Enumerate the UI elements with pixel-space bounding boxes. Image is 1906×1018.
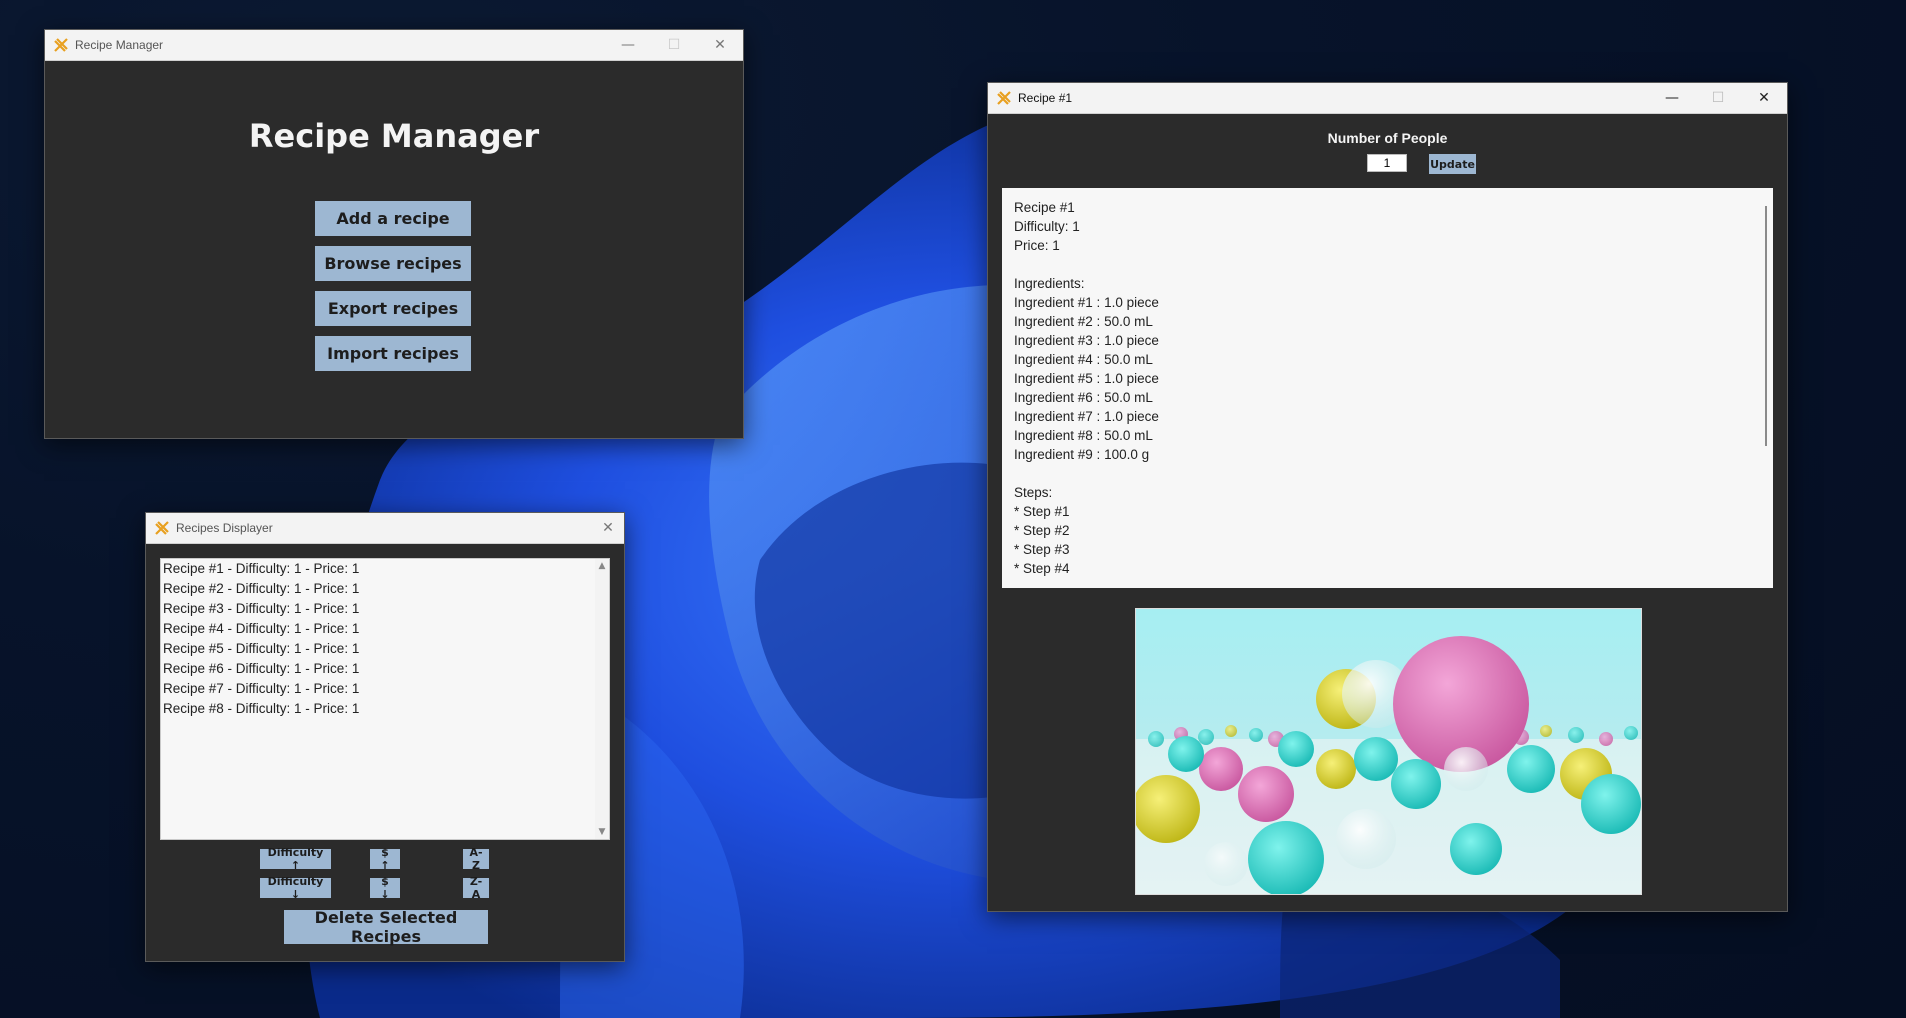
- text-scrollbar-thumb[interactable]: [1765, 206, 1767, 446]
- people-count-input[interactable]: [1367, 154, 1407, 172]
- delete-selected-button[interactable]: Delete Selected Recipes: [284, 908, 488, 946]
- recipe-text-line: Ingredient #1 : 1.0 piece: [1014, 295, 1159, 310]
- titlebar[interactable]: Recipes Displayer ✕: [146, 513, 624, 544]
- list-item[interactable]: Recipe #2 - Difficulty: 1 - Price: 1: [161, 579, 609, 599]
- recipe-text-line: Ingredient #6 : 50.0 mL: [1014, 390, 1153, 405]
- browse-recipes-button[interactable]: Browse recipes: [315, 246, 471, 281]
- export-recipes-button[interactable]: Export recipes: [315, 291, 471, 326]
- recipe-manager-window: Recipe Manager — ☐ ✕ Recipe Manager Add …: [44, 29, 744, 439]
- window-body: Recipe #1 - Difficulty: 1 - Price: 1 Rec…: [146, 544, 624, 961]
- app-feather-icon: [53, 37, 69, 53]
- people-label: Number of People: [1327, 130, 1448, 146]
- window-body: Recipe Manager Add a recipe Browse recip…: [45, 61, 743, 438]
- app-feather-icon: [154, 520, 170, 536]
- close-icon[interactable]: ✕: [697, 30, 743, 60]
- sort-difficulty-desc-button[interactable]: Difficulty ↓: [260, 875, 331, 901]
- list-item[interactable]: Recipe #6 - Difficulty: 1 - Price: 1: [161, 659, 609, 679]
- recipe-text-line: Difficulty: 1: [1014, 219, 1080, 234]
- recipe-listbox[interactable]: Recipe #1 - Difficulty: 1 - Price: 1 Rec…: [160, 558, 610, 840]
- window-title: Recipe Manager: [75, 38, 164, 52]
- recipe-text-line: Ingredient #4 : 50.0 mL: [1014, 352, 1153, 367]
- page-title: Recipe Manager: [248, 117, 540, 155]
- add-recipe-button[interactable]: Add a recipe: [315, 201, 471, 236]
- list-item[interactable]: Recipe #1 - Difficulty: 1 - Price: 1: [161, 559, 609, 579]
- titlebar[interactable]: Recipe Manager — ☐ ✕: [45, 30, 743, 61]
- list-item[interactable]: Recipe #3 - Difficulty: 1 - Price: 1: [161, 599, 609, 619]
- recipe-text-line: Ingredient #5 : 1.0 piece: [1014, 371, 1159, 386]
- sort-price-desc-button[interactable]: $ ↓: [370, 875, 400, 901]
- list-item[interactable]: Recipe #4 - Difficulty: 1 - Price: 1: [161, 619, 609, 639]
- window-body: Number of People Update Recipe #1 Difficu…: [988, 114, 1787, 911]
- window-title: Recipe #1: [1018, 91, 1073, 105]
- recipe-text-line: * Step #4: [1014, 561, 1070, 576]
- recipe-text-line: * Step #2: [1014, 523, 1070, 538]
- recipe-text-line: Ingredient #8 : 50.0 mL: [1014, 428, 1153, 443]
- recipe-text-area[interactable]: Recipe #1 Difficulty: 1 Price: 1 Ingredient…: [1002, 188, 1773, 588]
- list-item[interactable]: Recipe #5 - Difficulty: 1 - Price: 1: [161, 639, 609, 659]
- window-title: Recipes Displayer: [176, 521, 273, 535]
- recipe-text-line: Ingredient #3 : 1.0 piece: [1014, 333, 1159, 348]
- listbox-scrollbar[interactable]: ▲ ▼: [595, 559, 609, 839]
- minimize-icon[interactable]: —: [1649, 83, 1695, 113]
- maximize-icon[interactable]: ☐: [651, 30, 697, 60]
- recipe-text-line: * Step #1: [1014, 504, 1070, 519]
- scroll-up-icon[interactable]: ▲: [595, 561, 609, 571]
- list-item[interactable]: Recipe #8 - Difficulty: 1 - Price: 1: [161, 699, 609, 719]
- sort-price-asc-button[interactable]: $ ↑: [370, 846, 400, 872]
- recipe-text-line: Ingredients:: [1014, 276, 1085, 291]
- import-recipes-button[interactable]: Import recipes: [315, 336, 471, 371]
- recipe-text-line: Price: 1: [1014, 238, 1060, 253]
- sort-difficulty-asc-button[interactable]: Difficulty ↑: [260, 846, 331, 872]
- recipes-displayer-window: Recipes Displayer ✕ Recipe #1 - Difficul…: [145, 512, 625, 962]
- recipe-text-line: Steps:: [1014, 485, 1053, 500]
- minimize-icon[interactable]: —: [605, 30, 651, 60]
- recipe-detail-window: Recipe #1 — ☐ ✕ Number of People Update …: [987, 82, 1788, 912]
- list-item[interactable]: Recipe #7 - Difficulty: 1 - Price: 1: [161, 679, 609, 699]
- app-feather-icon: [996, 90, 1012, 106]
- recipe-text-line: Ingredient #2 : 50.0 mL: [1014, 314, 1153, 329]
- sort-az-button[interactable]: A-Z: [463, 846, 489, 872]
- recipe-text-line: [1014, 255, 1761, 274]
- scroll-down-icon[interactable]: ▼: [595, 827, 609, 837]
- recipe-text-line: Ingredient #7 : 1.0 piece: [1014, 409, 1159, 424]
- recipe-text-line: [1014, 464, 1761, 483]
- recipe-text-line: Ingredient #9 : 100.0 g: [1014, 447, 1150, 462]
- close-icon[interactable]: ✕: [1741, 83, 1787, 113]
- maximize-icon[interactable]: ☐: [1695, 83, 1741, 113]
- recipe-text-line: Recipe #1: [1014, 200, 1075, 215]
- recipe-image: [1135, 608, 1642, 895]
- sort-za-button[interactable]: Z-A: [463, 875, 489, 901]
- recipe-text-line: * Step #3: [1014, 542, 1070, 557]
- update-button[interactable]: Update: [1429, 154, 1476, 174]
- close-icon[interactable]: ✕: [592, 513, 624, 543]
- titlebar[interactable]: Recipe #1 — ☐ ✕: [988, 83, 1787, 114]
